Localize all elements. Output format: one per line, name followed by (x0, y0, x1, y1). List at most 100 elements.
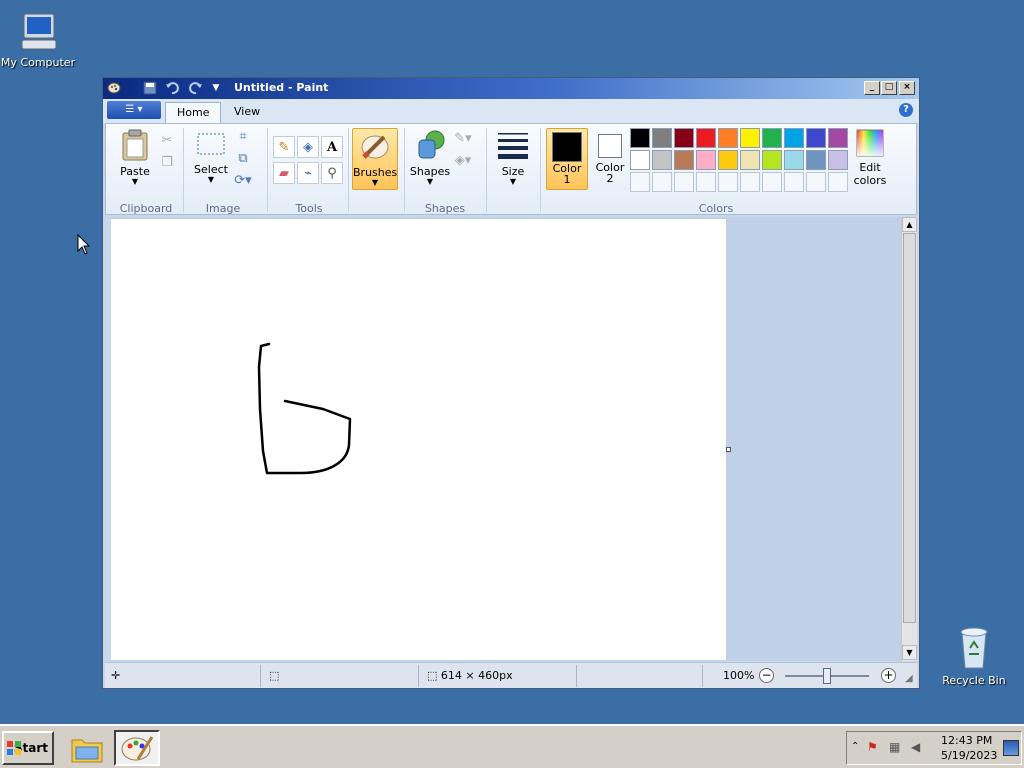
palette-swatch[interactable] (784, 150, 804, 170)
chevron-down-icon: ▼ (371, 178, 379, 187)
group-separator (486, 128, 487, 212)
close-button[interactable]: × (899, 81, 915, 95)
size-button[interactable]: Size ▼ (492, 128, 534, 186)
canvas-size-icon: ⬚ (427, 669, 438, 682)
edit-colors-button[interactable]: Edit colors (850, 128, 890, 187)
palette-swatch[interactable] (652, 128, 672, 148)
palette-swatch-empty[interactable] (718, 172, 738, 192)
copy-icon[interactable]: ❐ (156, 152, 178, 174)
canvas-area (111, 217, 901, 661)
eraser-icon[interactable]: ▰ (273, 162, 295, 184)
line-size-icon (498, 133, 528, 159)
palette-swatch[interactable] (674, 150, 694, 170)
canvas-resize-handle[interactable] (726, 447, 731, 452)
palette-swatch[interactable] (718, 128, 738, 148)
taskbar-paint-button[interactable] (114, 730, 160, 766)
shapes-button[interactable]: Shapes ▼ (408, 128, 452, 186)
desktop-icon-recycle-bin[interactable]: Recycle Bin (934, 624, 1014, 687)
clock-date[interactable]: 5/19/2023 (941, 749, 997, 762)
fill-icon[interactable]: ◈▾ (452, 150, 474, 172)
scroll-down-button[interactable]: ▼ (902, 645, 917, 660)
palette-swatch[interactable] (696, 128, 716, 148)
zoom-slider[interactable] (785, 668, 869, 684)
vertical-scrollbar[interactable]: ▲ ▼ (901, 217, 917, 661)
brushes-button[interactable]: Brushes ▼ (352, 128, 398, 190)
palette-swatch[interactable] (762, 150, 782, 170)
redo-icon[interactable] (189, 81, 203, 95)
paint-window[interactable]: ▼ Untitled - Paint _ □ × ☰ ▾ Home View ?… (102, 77, 920, 689)
group-separator (183, 128, 184, 212)
resize-icon[interactable]: ⧉ (232, 148, 254, 170)
undo-icon[interactable] (165, 81, 179, 95)
show-hidden-icons-icon[interactable]: ⌃ (851, 741, 859, 752)
tab-view[interactable]: View (223, 102, 271, 123)
clock-time[interactable]: 12:43 PM (941, 734, 992, 747)
tools-group-label: Tools (295, 202, 323, 215)
palette-swatch[interactable] (828, 128, 848, 148)
palette-swatch[interactable] (828, 150, 848, 170)
palette-swatch[interactable] (630, 128, 650, 148)
palette-swatch[interactable] (674, 128, 694, 148)
resize-grip-icon[interactable]: ◢ (905, 673, 913, 684)
palette-swatch[interactable] (806, 128, 826, 148)
palette-swatch-empty[interactable] (828, 172, 848, 192)
action-center-icon[interactable]: ⚑ (867, 740, 878, 754)
palette-swatch-empty[interactable] (740, 172, 760, 192)
palette-swatch[interactable] (784, 128, 804, 148)
quick-access-dropdown-icon[interactable]: ▼ (209, 81, 223, 95)
palette-swatch[interactable] (630, 150, 650, 170)
palette-swatch[interactable] (696, 150, 716, 170)
palette-swatch-empty[interactable] (652, 172, 672, 192)
palette-swatch-empty[interactable] (696, 172, 716, 192)
palette-swatch-empty[interactable] (674, 172, 694, 192)
show-desktop-button[interactable] (1003, 740, 1019, 756)
status-bar: ✛ ⬚ ⬚ 614 × 460px 100% − + ◢ (105, 662, 917, 688)
tab-home[interactable]: Home (165, 102, 222, 123)
palette-swatch[interactable] (718, 150, 738, 170)
fill-bucket-icon[interactable]: ◈ (297, 136, 319, 158)
paste-button[interactable]: Paste ▼ (114, 128, 156, 186)
paint-menu-button[interactable]: ☰ ▾ (107, 101, 161, 119)
rotate-icon[interactable]: ⟳▾ (232, 170, 254, 192)
paint-app-icon[interactable] (107, 81, 121, 95)
text-icon[interactable]: A (321, 136, 343, 158)
zoom-in-button[interactable]: + (881, 668, 896, 683)
help-icon[interactable]: ? (899, 103, 913, 117)
cut-icon[interactable]: ✂ (156, 130, 178, 152)
color-1-button[interactable]: Color 1 (546, 128, 588, 190)
shapes-group-label: Shapes (424, 202, 466, 215)
drawing-canvas[interactable] (111, 219, 726, 660)
image-group-label: Image (205, 202, 241, 215)
save-icon[interactable] (143, 81, 157, 95)
scroll-thumb[interactable] (903, 233, 916, 623)
minimize-button[interactable]: _ (864, 81, 880, 95)
palette-swatch-empty[interactable] (784, 172, 804, 192)
palette-swatch-empty[interactable] (806, 172, 826, 192)
network-icon[interactable]: ▦ (889, 740, 900, 754)
zoom-slider-thumb[interactable] (823, 668, 831, 684)
palette-swatch-empty[interactable] (630, 172, 650, 192)
crop-icon[interactable]: ⌗ (232, 126, 254, 148)
zoom-out-button[interactable]: − (759, 668, 774, 683)
select-button[interactable]: Select ▼ (190, 128, 232, 184)
palette-swatch-empty[interactable] (762, 172, 782, 192)
pencil-icon[interactable]: ✎ (273, 136, 295, 158)
palette-swatch[interactable] (740, 128, 760, 148)
taskbar-explorer-button[interactable] (64, 730, 110, 766)
cursor-position-icon: ✛ (111, 669, 121, 682)
title-bar[interactable]: ▼ Untitled - Paint _ □ × (103, 78, 919, 99)
start-button[interactable]: Start (2, 731, 54, 765)
outline-icon[interactable]: ✎▾ (452, 128, 474, 150)
maximize-button[interactable]: □ (881, 81, 897, 95)
color-2-button[interactable]: Color 2 (590, 128, 630, 184)
scroll-up-button[interactable]: ▲ (902, 217, 917, 232)
magnifier-icon[interactable]: ⚲ (321, 162, 343, 184)
color-picker-icon[interactable]: ⌁ (297, 162, 319, 184)
group-separator (348, 128, 349, 212)
palette-swatch[interactable] (806, 150, 826, 170)
volume-icon[interactable]: ◀ (911, 740, 920, 754)
palette-swatch[interactable] (740, 150, 760, 170)
desktop-icon-my-computer[interactable]: My Computer (0, 10, 78, 69)
palette-swatch[interactable] (652, 150, 672, 170)
palette-swatch[interactable] (762, 128, 782, 148)
